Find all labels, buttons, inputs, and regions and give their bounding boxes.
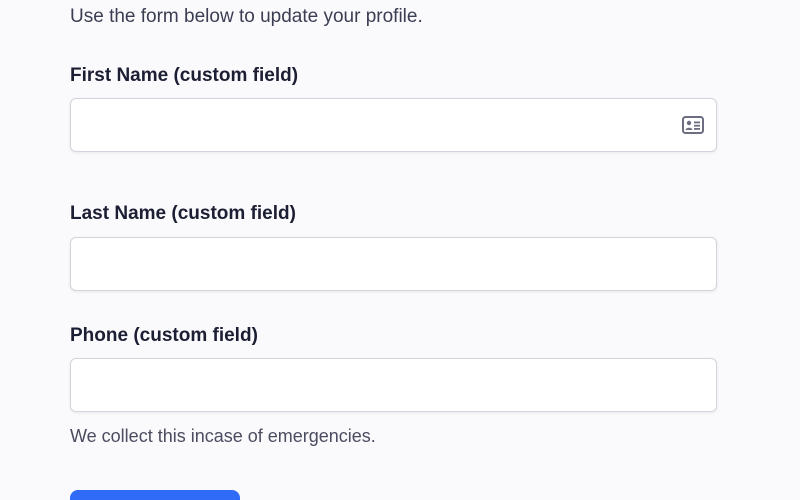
first-name-label: First Name (custom field) <box>70 65 299 86</box>
phone-label: Phone (custom field) <box>70 325 258 346</box>
submit-button[interactable] <box>70 490 240 500</box>
first-name-input[interactable] <box>71 99 716 151</box>
last-name-input[interactable] <box>71 238 716 290</box>
phone-input[interactable] <box>71 359 716 411</box>
contact-card-icon <box>682 116 704 134</box>
phone-field-wrapper <box>70 358 717 412</box>
profile-form-page: Use the form below to update your profil… <box>0 0 800 500</box>
first-name-field-wrapper <box>70 98 717 152</box>
phone-help-text: We collect this incase of emergencies. <box>70 426 376 446</box>
last-name-field-wrapper <box>70 237 717 291</box>
last-name-label: Last Name (custom field) <box>70 203 296 224</box>
form-intro-text: Use the form below to update your profil… <box>70 6 423 27</box>
